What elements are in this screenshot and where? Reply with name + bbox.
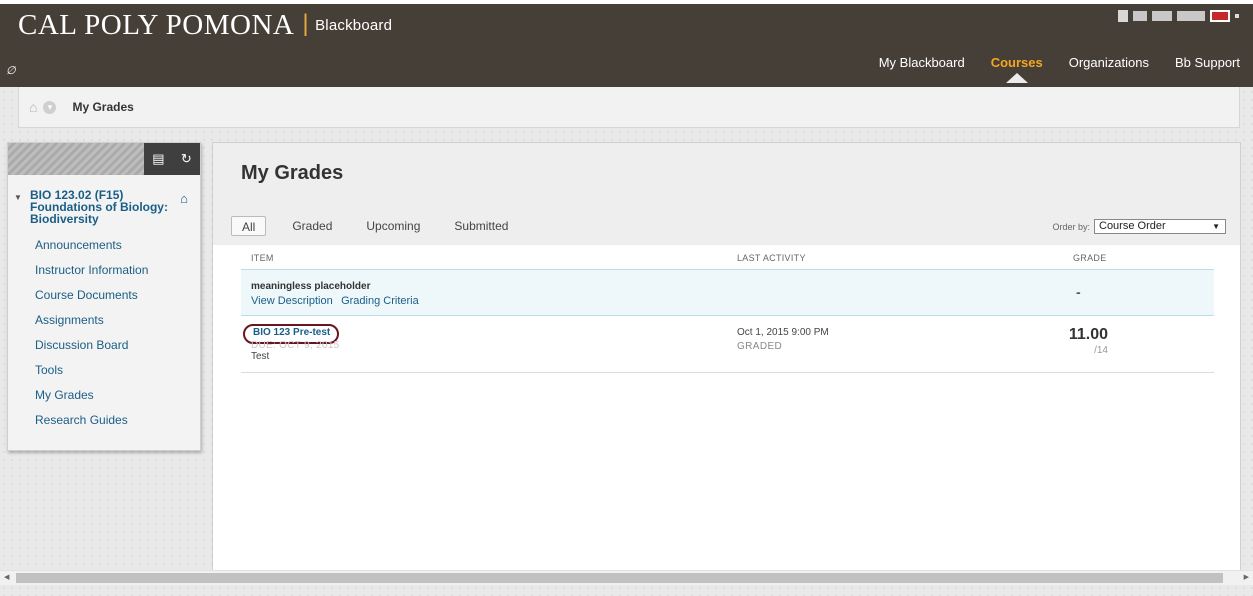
- menu-item-discussion-board[interactable]: Discussion Board: [8, 333, 200, 358]
- horizontal-scrollbar[interactable]: ◀ ▶: [0, 570, 1253, 585]
- filter-submitted[interactable]: Submitted: [444, 216, 518, 236]
- grading-criteria-link[interactable]: Grading Criteria: [341, 295, 419, 307]
- collapse-caret-icon[interactable]: ▼: [14, 193, 22, 202]
- column-grade: GRADE: [1073, 253, 1107, 263]
- course-title[interactable]: BIO 123.02 (F15) Foundations of Biology:…: [20, 189, 194, 225]
- breadcrumb-current: My Grades: [72, 100, 134, 114]
- activity-status: GRADED: [737, 341, 783, 352]
- item-title: meaningless placeholder: [251, 281, 371, 292]
- grade-value: -: [1076, 284, 1081, 300]
- user-name-blur: [1133, 11, 1147, 21]
- brand-name: CAL POLY POMONA: [18, 9, 295, 41]
- nav-courses[interactable]: Courses: [978, 54, 1056, 83]
- breadcrumb: ⌂ ▾ My Grades: [18, 87, 1240, 128]
- grade-max: /14: [1094, 345, 1108, 356]
- course-menu-tools: ▤ ↻: [144, 143, 200, 175]
- item-due-date: DUE: OCT 9, 2015: [251, 340, 340, 351]
- main-content: My Grades All Graded Upcoming Submitted …: [212, 142, 1241, 574]
- order-by: Order by: Course Order ▼: [1052, 219, 1226, 234]
- filter-upcoming[interactable]: Upcoming: [356, 216, 430, 236]
- menu-item-research-guides[interactable]: Research Guides: [8, 408, 200, 433]
- refresh-icon[interactable]: ↻: [181, 151, 192, 167]
- user-name-blur: [1152, 11, 1172, 21]
- view-description-link[interactable]: View Description: [251, 295, 333, 307]
- table-row: meaningless placeholder View Description…: [241, 269, 1214, 316]
- brand-product: Blackboard: [315, 17, 393, 34]
- main-nav: My Blackboard Courses Organizations Bb S…: [866, 54, 1253, 83]
- menu-item-announcements[interactable]: Announcements: [8, 233, 200, 258]
- scroll-left-icon[interactable]: ◀: [4, 573, 9, 581]
- order-by-select[interactable]: Course Order ▼: [1094, 219, 1226, 234]
- filter-graded[interactable]: Graded: [282, 216, 342, 236]
- folder-view-icon[interactable]: ▤: [152, 151, 164, 167]
- scroll-right-icon[interactable]: ▶: [1244, 573, 1249, 581]
- grade-filters: All Graded Upcoming Submitted: [231, 216, 532, 236]
- course-menu-header: ▤ ↻: [8, 143, 200, 175]
- user-avatar: [1118, 10, 1128, 22]
- content-header: My Grades All Graded Upcoming Submitted …: [213, 143, 1240, 245]
- grades-table-header: ITEM LAST ACTIVITY GRADE: [241, 253, 1216, 269]
- filter-all[interactable]: All: [231, 216, 267, 236]
- notification-icon[interactable]: [1210, 10, 1230, 22]
- order-by-label: Order by:: [1052, 221, 1090, 232]
- dropdown-arrow-icon: ▼: [1212, 222, 1220, 231]
- item-type: Test: [251, 351, 270, 362]
- user-name-blur: [1177, 11, 1205, 21]
- scrollbar-thumb[interactable]: [16, 573, 1223, 583]
- nav-bb-support[interactable]: Bb Support: [1162, 54, 1253, 82]
- chevron-down-icon[interactable]: ▾: [43, 100, 57, 114]
- column-item: ITEM: [251, 253, 274, 263]
- menu-icon[interactable]: [1235, 14, 1239, 18]
- link-icon[interactable]: ∅: [6, 64, 16, 77]
- menu-item-assignments[interactable]: Assignments: [8, 308, 200, 333]
- grade-value[interactable]: 11.00: [1044, 326, 1108, 344]
- menu-item-instructor-information[interactable]: Instructor Information: [8, 258, 200, 283]
- column-last-activity: LAST ACTIVITY: [737, 253, 806, 263]
- nav-organizations[interactable]: Organizations: [1056, 54, 1162, 82]
- last-activity-date: Oct 1, 2015 9:00 PM: [737, 327, 829, 338]
- course-title-block: ▼ BIO 123.02 (F15) Foundations of Biolog…: [8, 175, 200, 231]
- course-menu: ▤ ↻ ▼ BIO 123.02 (F15) Foundations of Bi…: [7, 142, 201, 451]
- brand-separator: |: [302, 10, 310, 37]
- course-menu-list: Announcements Instructor Information Cou…: [8, 231, 200, 433]
- menu-item-course-documents[interactable]: Course Documents: [8, 283, 200, 308]
- table-row: BIO 123 Pre-test DUE: OCT 9, 2015 Test O…: [241, 316, 1214, 373]
- user-avatar-area[interactable]: [1118, 10, 1239, 22]
- item-links: View Description Grading Criteria: [251, 293, 419, 307]
- nav-my-blackboard[interactable]: My Blackboard: [866, 54, 978, 82]
- menu-item-tools[interactable]: Tools: [8, 358, 200, 383]
- page-title: My Grades: [241, 162, 344, 184]
- order-by-value: Course Order: [1099, 220, 1166, 232]
- menu-item-my-grades[interactable]: My Grades: [8, 383, 200, 408]
- course-home-icon[interactable]: ⌂: [180, 191, 188, 206]
- brand-logo[interactable]: CAL POLY POMONA | Blackboard: [18, 9, 392, 42]
- home-icon[interactable]: ⌂: [29, 99, 37, 115]
- top-header: CAL POLY POMONA | Blackboard ∅ My Blackboa…: [0, 0, 1253, 87]
